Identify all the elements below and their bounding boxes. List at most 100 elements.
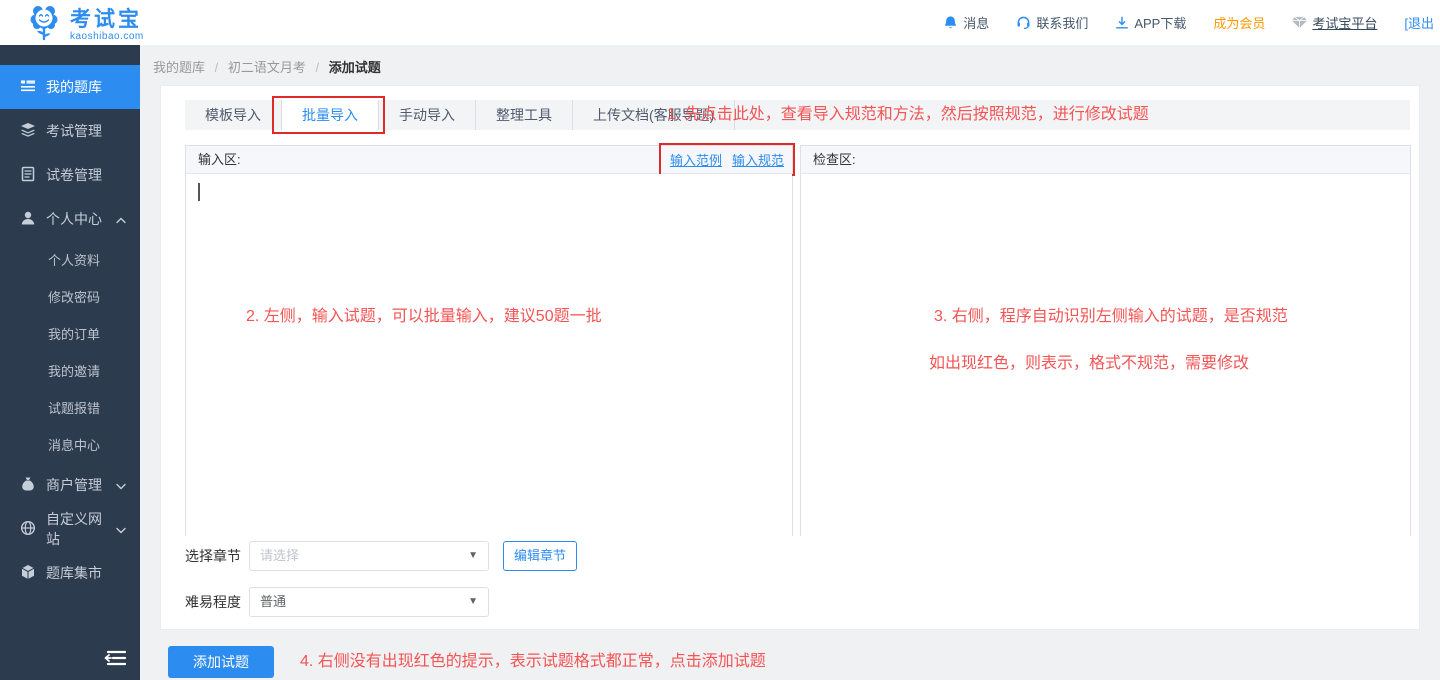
input-example-link[interactable]: 输入范例 xyxy=(670,150,722,169)
sidebar-item-personal-center[interactable]: 个人中心 xyxy=(0,197,140,241)
nav-logout-label: [退出 xyxy=(1404,13,1434,32)
tab-template-import[interactable]: 模板导入 xyxy=(185,100,282,130)
nav-platform[interactable]: 考试宝平台 xyxy=(1292,13,1377,32)
sidebar-subitem-my-invites[interactable]: 我的邀请 xyxy=(0,352,140,389)
download-icon xyxy=(1115,16,1129,30)
header-nav: 消息 联系我们 APP下载 成为会员 考试宝平台 [退出 xyxy=(943,0,1434,45)
sidebar-item-label: 考试管理 xyxy=(46,121,102,141)
nav-contact-us[interactable]: 联系我们 xyxy=(1016,13,1088,32)
tab-organize-tool[interactable]: 整理工具 xyxy=(476,100,573,130)
logo[interactable]: 考试宝 kaoshibao.com xyxy=(25,3,144,48)
breadcrumb-separator: / xyxy=(215,60,219,75)
logo-domain: kaoshibao.com xyxy=(70,32,144,42)
chevron-down-icon xyxy=(116,521,126,537)
input-panel-header: 输入区: 输入范例 输入规范 xyxy=(186,146,792,174)
difficulty-row: 难易程度 普通 ▼ xyxy=(185,587,489,617)
sidebar-item-exam-manage[interactable]: 考试管理 xyxy=(0,109,140,153)
check-panel: 检查区: 3. 右侧，程序自动识别左侧输入的试题，是否规范 如出现红色，则表示，… xyxy=(800,145,1411,536)
breadcrumb: 我的题库 / 初二语文月考 / 添加试题 xyxy=(153,57,381,76)
nav-messages[interactable]: 消息 xyxy=(943,13,989,32)
sidebar-subitem-label: 试题报错 xyxy=(48,398,100,417)
difficulty-select[interactable]: 普通 ▼ xyxy=(249,587,489,617)
sidebar-subitem-label: 我的订单 xyxy=(48,324,100,343)
chapter-select-value: 请选择 xyxy=(260,542,299,570)
annotation-step1: 1. 先点击此处，查看导入规范和方法，然后按照规范，进行修改试题 xyxy=(667,100,1149,130)
nav-become-member[interactable]: 成为会员 xyxy=(1213,13,1265,32)
chevron-down-icon xyxy=(116,477,126,493)
question-bank-icon xyxy=(20,78,36,97)
sidebar-subitem-label: 我的邀请 xyxy=(48,361,100,380)
chevron-up-icon xyxy=(116,211,126,227)
sidebar-item-merchant-manage[interactable]: 商户管理 xyxy=(0,463,140,507)
nav-become-member-label: 成为会员 xyxy=(1213,13,1265,32)
flower-logo-icon xyxy=(25,3,63,48)
annotation-step2: 2. 左侧，输入试题，可以批量输入，建议50题一批 xyxy=(246,302,602,326)
check-panel-title: 检查区: xyxy=(813,146,856,174)
input-textarea[interactable]: 2. 左侧，输入试题，可以批量输入，建议50题一批 xyxy=(186,174,792,536)
headset-icon xyxy=(1016,15,1031,30)
sidebar-item-bank-market[interactable]: 题库集市 xyxy=(0,551,140,595)
sidebar: 我的题库 考试管理 试卷管理 个人中心 个人资料 修改密码 我的订单 我的邀请 … xyxy=(0,45,140,680)
sidebar-subitem-label: 修改密码 xyxy=(48,287,100,306)
sidebar-subitem-question-error-report[interactable]: 试题报错 xyxy=(0,389,140,426)
difficulty-select-value: 普通 xyxy=(260,588,286,616)
nav-app-download-label: APP下载 xyxy=(1134,13,1186,32)
user-icon xyxy=(20,210,36,229)
main-content: 我的题库 / 初二语文月考 / 添加试题 模板导入 批量导入 手动导入 整理工具… xyxy=(140,45,1440,680)
sidebar-collapse-icon[interactable] xyxy=(104,649,126,672)
tab-batch-import-label: 批量导入 xyxy=(302,107,358,123)
nav-messages-label: 消息 xyxy=(963,13,989,32)
sidebar-subitem-label: 个人资料 xyxy=(48,250,100,269)
check-area: 3. 右侧，程序自动识别左侧输入的试题，是否规范 如出现红色，则表示，格式不规范… xyxy=(801,174,1410,536)
sidebar-item-question-bank[interactable]: 我的题库 xyxy=(0,65,140,109)
chapter-select[interactable]: 请选择 ▼ xyxy=(249,541,489,571)
merchant-icon xyxy=(20,476,36,495)
nav-platform-label: 考试宝平台 xyxy=(1312,13,1377,32)
sidebar-item-label: 商户管理 xyxy=(46,475,102,495)
import-tabbar: 模板导入 批量导入 手动导入 整理工具 上传文档(客服导题) 1. 先点击此处，… xyxy=(185,100,1410,130)
website-icon xyxy=(20,520,36,539)
annotation-step3-line1: 3. 右侧，程序自动识别左侧输入的试题，是否规范 xyxy=(934,302,1288,326)
exam-manage-icon xyxy=(20,122,36,141)
nav-app-download[interactable]: APP下载 xyxy=(1115,13,1186,32)
chapter-row: 选择章节 请选择 ▼ 编辑章节 xyxy=(185,541,577,571)
sidebar-item-label: 题库集市 xyxy=(46,563,102,583)
input-spec-link[interactable]: 输入规范 xyxy=(732,150,784,169)
check-panel-header: 检查区: xyxy=(801,146,1410,174)
dropdown-arrow-icon: ▼ xyxy=(468,542,478,570)
breadcrumb-item-bank[interactable]: 我的题库 xyxy=(153,60,205,75)
add-question-card: 模板导入 批量导入 手动导入 整理工具 上传文档(客服导题) 1. 先点击此处，… xyxy=(160,85,1420,630)
difficulty-label: 难易程度 xyxy=(185,592,241,612)
tab-batch-import[interactable]: 批量导入 xyxy=(282,100,379,130)
sidebar-item-paper-manage[interactable]: 试卷管理 xyxy=(0,153,140,197)
diamond-icon xyxy=(1292,16,1307,29)
bell-icon xyxy=(943,15,958,30)
paper-manage-icon xyxy=(20,166,36,185)
sidebar-subitem-change-password[interactable]: 修改密码 xyxy=(0,278,140,315)
top-header: 考试宝 kaoshibao.com 消息 联系我们 APP下载 成为会员 xyxy=(0,0,1440,45)
sidebar-subitem-profile[interactable]: 个人资料 xyxy=(0,241,140,278)
breadcrumb-item-current: 添加试题 xyxy=(329,60,381,75)
annotation-step4: 4. 右侧没有出现红色的提示，表示试题格式都正常，点击添加试题 xyxy=(300,646,766,678)
sidebar-item-custom-website[interactable]: 自定义网站 xyxy=(0,507,140,551)
add-question-button[interactable]: 添加试题 xyxy=(168,646,274,678)
sidebar-subitem-message-center[interactable]: 消息中心 xyxy=(0,426,140,463)
sidebar-item-label: 个人中心 xyxy=(46,209,102,229)
sidebar-item-label: 试卷管理 xyxy=(46,165,102,185)
tab-manual-import[interactable]: 手动导入 xyxy=(379,100,476,130)
nav-logout[interactable]: [退出 xyxy=(1404,13,1434,32)
input-panel: 输入区: 输入范例 输入规范 2. 左侧，输入试题，可以批量输入，建议50题一批 xyxy=(185,145,793,536)
sidebar-subitem-label: 消息中心 xyxy=(48,435,100,454)
breadcrumb-item-exam[interactable]: 初二语文月考 xyxy=(228,60,306,75)
sidebar-item-label: 自定义网站 xyxy=(46,509,106,549)
breadcrumb-separator: / xyxy=(316,60,320,75)
text-cursor xyxy=(198,183,200,201)
annotation-step3-line2: 如出现红色，则表示，格式不规范，需要修改 xyxy=(929,349,1249,373)
chapter-label: 选择章节 xyxy=(185,546,241,566)
logo-title: 考试宝 xyxy=(70,9,144,30)
market-icon xyxy=(20,564,36,583)
sidebar-subitem-my-orders[interactable]: 我的订单 xyxy=(0,315,140,352)
sidebar-item-label: 我的题库 xyxy=(46,77,102,97)
nav-contact-us-label: 联系我们 xyxy=(1036,13,1088,32)
edit-chapter-button[interactable]: 编辑章节 xyxy=(503,541,577,571)
